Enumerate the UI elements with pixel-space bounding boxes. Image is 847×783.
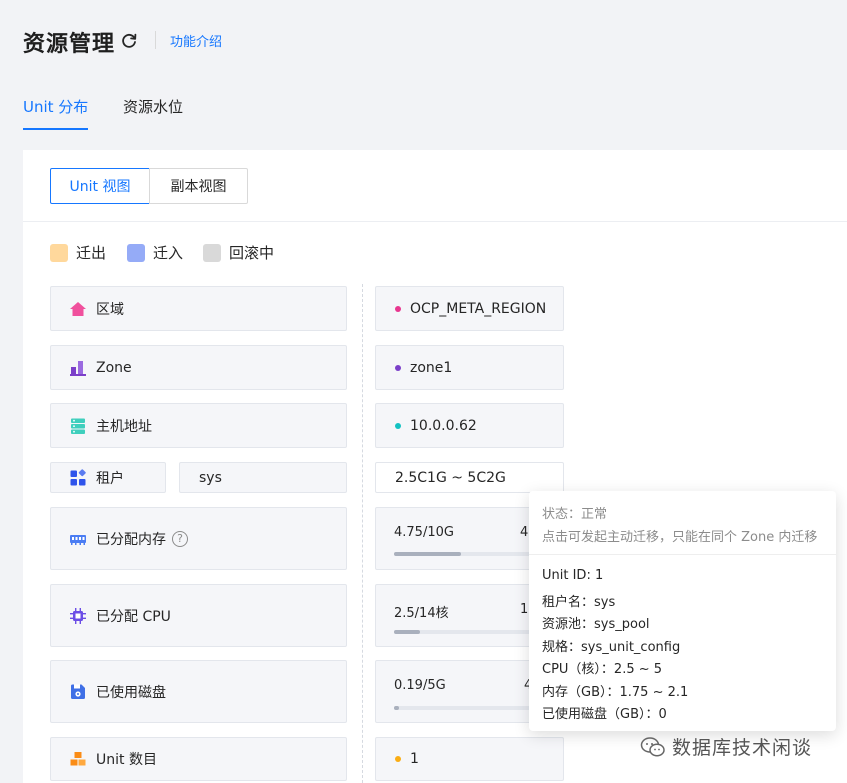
unit-tooltip: 状态：正常 点击可发起主动迁移，只能在同个 Zone 内迁移 Unit ID: … (529, 491, 836, 731)
legend-item-migrate-out: 迁出 (50, 242, 106, 263)
row-label-text: 区域 (96, 301, 124, 318)
legend-label: 迁入 (153, 244, 184, 262)
row-label-host: 主机地址 (50, 403, 347, 448)
title-divider (155, 31, 156, 49)
cpu-icon (70, 607, 86, 624)
disk-usage-value: 0.19/5G (394, 678, 446, 693)
row-label-text: Zone (96, 359, 132, 376)
disk-progress-fill (394, 706, 400, 710)
row-label-tenant: 租户 (50, 462, 166, 493)
disk-icon (71, 684, 85, 699)
row-label-text: 租户 (96, 470, 124, 487)
disk-progress-track (394, 706, 536, 710)
tooltip-cpu: CPU（核）：2.5 ~ 5 (542, 662, 663, 677)
unit-count-value: 1 (410, 751, 419, 767)
row-label-unit-count: Unit 数目 (50, 737, 347, 781)
page-title: 资源管理 (23, 32, 116, 57)
home-icon (70, 301, 86, 316)
host-cell[interactable]: 10.0.0.62 (375, 403, 564, 448)
disk-usage-cell[interactable]: 0.19/5G 4 (375, 660, 536, 723)
replica-view-button[interactable]: 副本视图 (149, 168, 248, 204)
watermark-text: 数据库技术闲谈 (672, 737, 813, 759)
memory-usage-cell[interactable]: 4.75/10G 47 (375, 507, 537, 570)
tab-resource-level[interactable]: 资源水位 (123, 96, 183, 117)
row-label-text: 已使用磁盘 (96, 684, 166, 701)
row-label-text: 已分配内存 (96, 531, 166, 548)
server-icon (71, 418, 85, 434)
region-dot (395, 305, 401, 312)
memory-progress-fill (394, 552, 462, 556)
legend-label: 迁出 (76, 244, 107, 262)
bar-chart-icon (70, 360, 86, 376)
tab-unit-distribution[interactable]: Unit 分布 (23, 96, 88, 117)
column-divider (362, 284, 363, 783)
cpu-usage-value: 2.5/14核 (394, 606, 449, 621)
row-label-text: 主机地址 (96, 418, 152, 435)
tooltip-memory: 内存（GB）：1.75 ~ 2.1 (542, 685, 689, 700)
legend-item-rolling-back: 回滚中 (203, 242, 274, 263)
zone-cell[interactable]: zone1 (375, 345, 564, 390)
host-dot (395, 422, 401, 429)
panel-divider (23, 221, 847, 222)
cpu-usage-cell[interactable]: 2.5/14核 17 (375, 584, 537, 647)
row-label-text: 已分配 CPU (96, 608, 171, 625)
cpu-progress-fill (394, 630, 420, 634)
tooltip-tenant-name: 租户名：sys (542, 595, 616, 610)
cpu-progress-track (394, 630, 536, 634)
row-label-disk: 已使用磁盘 (50, 660, 347, 723)
apps-icon (70, 468, 86, 485)
tenant-name-cell: sys (179, 462, 347, 493)
row-label-region: 区域 (50, 286, 347, 331)
tooltip-divider (529, 554, 836, 555)
host-value: 10.0.0.62 (410, 417, 477, 434)
watermark: 数据库技术闲谈 (640, 733, 812, 760)
legend-swatch-rolling-back (203, 243, 221, 262)
legend-label: 回滚中 (229, 244, 275, 262)
memory-progress-track (394, 552, 536, 556)
row-label-cpu: 已分配 CPU (50, 584, 347, 647)
unit-count-cell[interactable]: 1 (375, 737, 564, 781)
unit-view-button[interactable]: Unit 视图 (50, 168, 150, 204)
tooltip-status: 状态：正常 (542, 507, 608, 522)
row-label-memory: 已分配内存 ? (50, 507, 347, 570)
tooltip-disk: 已使用磁盘（GB）：0 (542, 707, 667, 722)
unit-count-dot (395, 756, 401, 762)
zone-value: zone1 (410, 359, 453, 376)
legend-swatch-migrate-in (127, 243, 145, 262)
legend-swatch-migrate-out (50, 243, 68, 262)
unit-spec-value: 2.5C1G ~ 5C2G (395, 469, 506, 486)
tenant-name: sys (199, 469, 222, 486)
tooltip-unit-id: Unit ID: 1 (542, 568, 604, 583)
region-value: OCP_META_REGION (410, 300, 547, 317)
row-label-zone: Zone (50, 345, 347, 390)
tooltip-resource-pool: 资源池：sys_pool (542, 617, 650, 632)
region-cell[interactable]: OCP_META_REGION (375, 286, 564, 331)
memory-usage-value: 4.75/10G (394, 525, 454, 540)
chat-bubbles-icon (640, 736, 665, 757)
refresh-icon[interactable] (120, 32, 138, 50)
intro-link[interactable]: 功能介绍 (170, 31, 222, 50)
tooltip-spec: 规格：sys_unit_config (542, 640, 681, 655)
legend-item-migrate-in: 迁入 (127, 242, 183, 263)
tab-active-indicator (23, 128, 88, 130)
zone-dot (395, 364, 401, 371)
help-icon[interactable]: ? (172, 530, 188, 547)
unit-spec-cell[interactable]: 2.5C1G ~ 5C2G (375, 462, 564, 493)
row-label-text: Unit 数目 (96, 752, 157, 768)
tooltip-hint: 点击可发起主动迁移，只能在同个 Zone 内迁移 (542, 530, 818, 545)
boxes-icon (70, 752, 86, 766)
memory-icon (70, 534, 86, 545)
